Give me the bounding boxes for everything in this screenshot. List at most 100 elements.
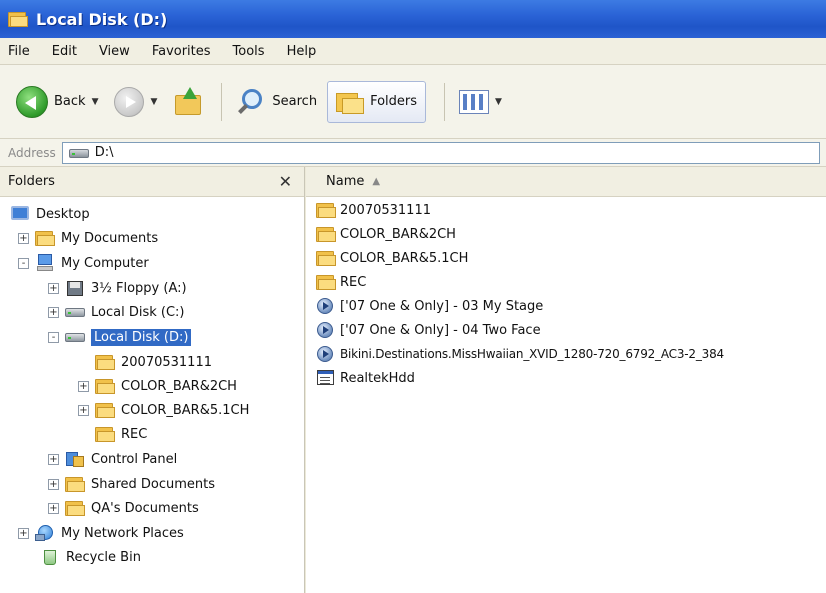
tree-item-my-documents[interactable]: + My Documents: [18, 227, 158, 249]
folders-label: Folders: [370, 94, 418, 109]
folder-icon: [65, 499, 85, 517]
list-item[interactable]: Bikini.Destinations.MissHwaiian_XVID_128…: [316, 343, 724, 365]
close-icon[interactable]: ✕: [279, 172, 292, 191]
collapse-icon[interactable]: -: [48, 331, 59, 343]
menu-edit[interactable]: Edit: [52, 44, 77, 59]
tree-item-my-computer[interactable]: - My Computer: [18, 252, 149, 274]
search-button[interactable]: Search: [230, 82, 323, 122]
up-folder-icon: [173, 86, 203, 117]
tree-item-label: 3½ Floppy (A:): [91, 280, 187, 296]
folder-icon: [316, 225, 336, 243]
tree-item-label: Recycle Bin: [66, 549, 141, 565]
tree-item-folder-20070531111[interactable]: 20070531111: [95, 351, 212, 373]
expand-icon[interactable]: +: [48, 478, 59, 490]
computer-icon: [35, 254, 55, 272]
toolbar: Back ▼ ▼ Search Folders ▼: [0, 65, 826, 139]
collapse-icon[interactable]: -: [18, 257, 29, 269]
menu-file[interactable]: File: [8, 44, 30, 59]
tree-item-label: REC: [121, 426, 148, 442]
tree-item-label: My Computer: [61, 255, 149, 271]
folder-icon: [95, 425, 115, 443]
file-name: Bikini.Destinations.MissHwaiian_XVID_128…: [340, 347, 724, 361]
expand-icon[interactable]: +: [48, 502, 59, 514]
tree-item-floppy[interactable]: + 3½ Floppy (A:): [48, 277, 187, 299]
sort-ascending-icon: ▲: [372, 176, 381, 187]
window-title: Local Disk (D:): [36, 9, 168, 29]
folder-icon: [95, 401, 115, 419]
tree-item-local-disk-c[interactable]: + Local Disk (C:): [48, 301, 184, 323]
list-item[interactable]: 20070531111: [316, 199, 431, 221]
tree-item-folder-rec[interactable]: REC: [95, 423, 147, 445]
tree-item-folder-color-bar-51ch[interactable]: + COLOR_BAR&5.1CH: [78, 399, 249, 421]
list-item[interactable]: COLOR_BAR&2CH: [316, 223, 456, 245]
tree-item-recycle-bin[interactable]: Recycle Bin: [40, 546, 141, 568]
tree-item-local-disk-d[interactable]: - Local Disk (D:): [48, 326, 192, 348]
title-bar[interactable]: Local Disk (D:): [0, 0, 826, 38]
tree-item-label: My Documents: [61, 230, 159, 246]
list-item[interactable]: COLOR_BAR&5.1CH: [316, 247, 468, 269]
expand-icon[interactable]: +: [18, 527, 29, 539]
list-item[interactable]: REC: [316, 271, 366, 293]
tree-item-folder-color-bar-2ch[interactable]: + COLOR_BAR&2CH: [78, 375, 237, 397]
menu-favorites[interactable]: Favorites: [152, 44, 211, 59]
file-name: COLOR_BAR&5.1CH: [340, 250, 469, 266]
control-panel-icon: [65, 450, 85, 468]
expand-icon[interactable]: +: [18, 232, 29, 244]
list-item[interactable]: ['07 One & Only] - 04 Two Face: [316, 319, 541, 341]
back-button[interactable]: Back ▼: [10, 82, 104, 122]
address-input[interactable]: D:\: [61, 141, 820, 164]
drive-icon: [68, 147, 89, 158]
tree-item-label: COLOR_BAR&2CH: [121, 378, 237, 394]
folder-icon: [95, 377, 115, 395]
tree-item-label: Control Panel: [91, 451, 178, 467]
toolbar-separator: [221, 82, 223, 121]
list-item[interactable]: ['07 One & Only] - 03 My Stage: [316, 295, 543, 317]
expand-icon[interactable]: +: [78, 380, 89, 392]
menu-view[interactable]: View: [99, 44, 130, 59]
folders-pane: Folders ✕ Desktop + My Documents - My Co…: [0, 167, 305, 593]
tree-item-desktop[interactable]: Desktop: [10, 203, 90, 225]
toolbar-separator: [444, 82, 446, 121]
folders-button[interactable]: Folders: [327, 80, 427, 123]
views-dropdown-icon[interactable]: ▼: [495, 97, 502, 107]
tree-item-label: 20070531111: [121, 354, 212, 370]
file-name: ['07 One & Only] - 03 My Stage: [340, 298, 544, 314]
expand-icon[interactable]: +: [48, 306, 59, 318]
tree-item-label: Local Disk (C:): [91, 304, 185, 320]
name-column-header[interactable]: Name ▲: [306, 167, 826, 197]
address-value: D:\: [94, 145, 114, 160]
folders-pane-title: Folders: [8, 174, 55, 189]
search-label: Search: [272, 94, 318, 109]
list-item[interactable]: RealtekHdd: [316, 367, 415, 389]
back-dropdown-icon[interactable]: ▼: [92, 97, 99, 107]
tree-item-control-panel[interactable]: + Control Panel: [48, 448, 177, 470]
expand-icon[interactable]: +: [48, 282, 59, 294]
forward-dropdown-icon[interactable]: ▼: [150, 97, 157, 107]
expand-icon[interactable]: +: [78, 404, 89, 416]
folder-icon: [35, 229, 55, 247]
views-button[interactable]: ▼: [453, 82, 508, 122]
tree-item-shared-documents[interactable]: + Shared Documents: [48, 473, 215, 495]
network-icon: [35, 524, 55, 542]
desktop-icon: [10, 205, 30, 223]
tree-item-qas-documents[interactable]: + QA's Documents: [48, 497, 199, 519]
file-name: REC: [340, 274, 367, 290]
up-folder-button[interactable]: [167, 82, 209, 122]
tree-item-label: My Network Places: [61, 525, 184, 541]
tree-item-my-network-places[interactable]: + My Network Places: [18, 522, 184, 544]
menu-tools[interactable]: Tools: [233, 44, 265, 59]
menu-help[interactable]: Help: [287, 44, 317, 59]
file-name: ['07 One & Only] - 04 Two Face: [340, 322, 541, 338]
folder-icon: [316, 249, 336, 267]
tree-item-label: COLOR_BAR&5.1CH: [121, 402, 250, 418]
tree-item-label: QA's Documents: [91, 500, 199, 516]
tree-item-label: Local Disk (D:): [91, 328, 192, 346]
drive-icon: [65, 328, 85, 346]
back-arrow-icon: [16, 85, 48, 118]
forward-button[interactable]: ▼: [108, 82, 163, 122]
folder-icon: [95, 353, 115, 371]
expand-icon[interactable]: +: [48, 453, 59, 465]
views-icon: [459, 89, 490, 114]
search-icon: [236, 87, 266, 117]
tree-item-label: Shared Documents: [91, 476, 216, 492]
